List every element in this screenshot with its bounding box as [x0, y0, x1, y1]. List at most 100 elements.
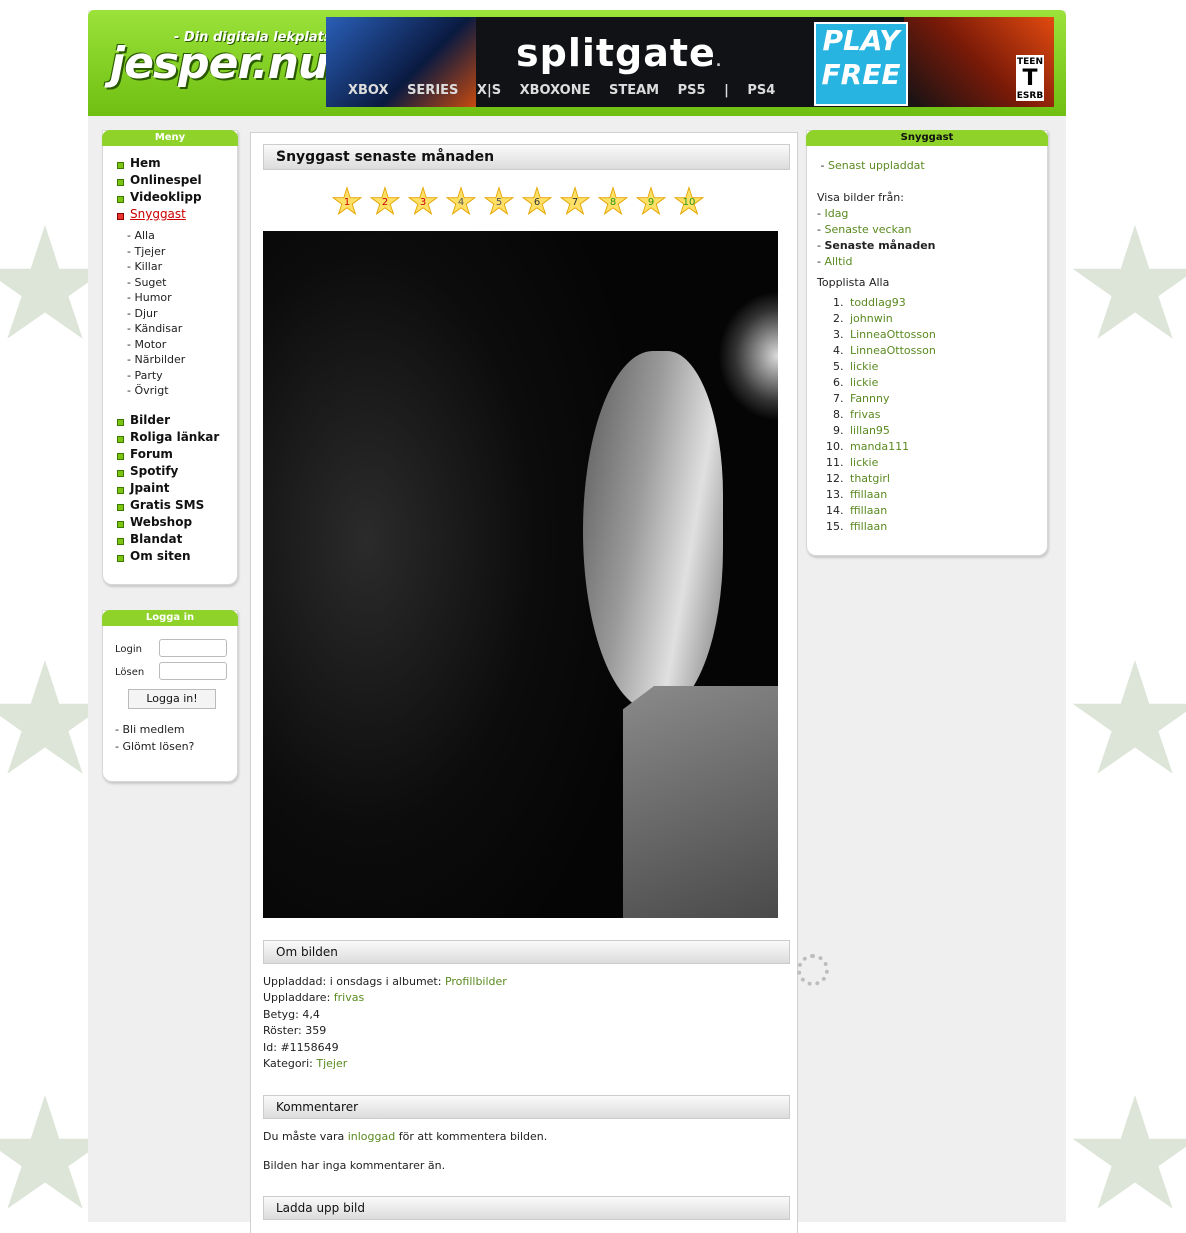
latest-uploaded: - Senast uppladdat [817, 159, 925, 172]
latest-uploaded-link[interactable]: Senast uppladdat [828, 159, 925, 172]
nav-item-jpaint[interactable]: Jpaint [117, 481, 237, 498]
about-heading: Om bilden [263, 940, 790, 964]
nav-item-blandat[interactable]: Blandat [117, 532, 237, 549]
loading-spinner-icon [797, 954, 829, 986]
category-link[interactable]: Tjejer [316, 1057, 347, 1070]
page-wrapper: - Din digitala lekplats! jesper.nu split… [88, 10, 1066, 1233]
play-free-button[interactable]: PLAY FREE [814, 22, 908, 106]
subnav-item-kandisar[interactable]: Kändisar [127, 321, 237, 337]
page-title: Snyggast senaste månaden [263, 144, 790, 170]
toplist-user-link[interactable]: manda111 [850, 440, 909, 453]
menu-heading: Meny [102, 130, 238, 146]
period-idag-link[interactable]: Idag [824, 207, 848, 220]
menu-box: Meny Hem Onlinespel Videoklipp Snyggast … [102, 130, 238, 585]
subnav-item-humor[interactable]: Humor [127, 290, 237, 306]
toplist-user-link[interactable]: toddlag93 [850, 296, 906, 309]
period-week-link[interactable]: Senaste veckan [824, 223, 911, 236]
snyggast-submenu: Alla Tjejer Killar Suget Humor Djur Känd… [103, 224, 237, 399]
toplist-user-link[interactable]: johnwin [850, 312, 893, 325]
rate-star-10[interactable]: 10 [673, 186, 705, 216]
toplist-user-link[interactable]: lillan95 [850, 424, 890, 437]
nav-item-hem[interactable]: Hem [117, 156, 237, 173]
toplist-user-link[interactable]: ffillaan [850, 504, 887, 517]
nav-item-spotify[interactable]: Spotify [117, 464, 237, 481]
rate-star-3[interactable]: 3 [407, 186, 439, 216]
toplist-user-link[interactable]: lickie [850, 376, 878, 389]
list-item: lickie [847, 375, 936, 391]
subnav-item-motor[interactable]: Motor [127, 337, 237, 353]
site-logo[interactable]: jesper.nu [110, 38, 329, 89]
subnav-item-tjejer[interactable]: Tjejer [127, 244, 237, 260]
background-star [1072, 225, 1186, 339]
no-comments-text: Bilden har inga kommentarer än. [263, 1159, 446, 1172]
toplist-user-link[interactable]: thatgirl [850, 472, 890, 485]
period-always-link[interactable]: Alltid [824, 255, 852, 268]
esrb-rating-badge: TEEN T ESRB [1016, 55, 1044, 101]
join-link[interactable]: Bli medlem [122, 723, 184, 736]
login-button[interactable]: Logga in! [128, 689, 216, 709]
rate-star-2[interactable]: 2 [369, 186, 401, 216]
rate-star-5[interactable]: 5 [483, 186, 515, 216]
nav-item-snyggast[interactable]: Snyggast [117, 207, 237, 224]
photo-info: Uppladdad: i onsdags i albumet: Profillb… [263, 975, 507, 1071]
login-link[interactable]: inloggad [348, 1130, 396, 1143]
password-field[interactable] [159, 662, 227, 680]
list-item: johnwin [847, 311, 936, 327]
rate-star-7[interactable]: 7 [559, 186, 591, 216]
album-link[interactable]: Profillbilder [445, 975, 507, 988]
list-item: lillan95 [847, 423, 936, 439]
period-month-current: Senaste månaden [824, 239, 936, 252]
toplist-user-link[interactable]: lickie [850, 456, 878, 469]
ad-banner[interactable]: splitgate. XBOX SERIES X|S XBOXONE STEAM… [326, 17, 1054, 107]
rate-star-6[interactable]: 6 [521, 186, 553, 216]
subnav-item-ovrigt[interactable]: Övrigt [127, 383, 237, 399]
login-label: Login [115, 644, 142, 655]
nav-item-om-siten[interactable]: Om siten [117, 549, 237, 566]
list-item: LinneaOttosson [847, 343, 936, 359]
subnav-item-alla[interactable]: Alla [127, 228, 237, 244]
rate-star-8[interactable]: 8 [597, 186, 629, 216]
forgot-password-link[interactable]: Glömt lösen? [122, 740, 194, 753]
login-heading: Logga in [102, 610, 238, 626]
nav-item-onlinespel[interactable]: Onlinespel [117, 173, 237, 190]
list-item: manda111 [847, 439, 936, 455]
list-item: ffillaan [847, 503, 936, 519]
subnav-item-narbilder[interactable]: Närbilder [127, 352, 237, 368]
toplist-user-link[interactable]: Fannny [850, 392, 889, 405]
main-nav-secondary: Bilder Roliga länkar Forum Spotify Jpain… [103, 399, 237, 566]
rated-photo[interactable] [263, 231, 778, 918]
list-item: lickie [847, 455, 936, 471]
subnav-item-party[interactable]: Party [127, 368, 237, 384]
nav-item-gratis-sms[interactable]: Gratis SMS [117, 498, 237, 515]
toplist-user-link[interactable]: frivas [850, 408, 880, 421]
main-nav: Hem Onlinespel Videoklipp Snyggast [103, 146, 237, 224]
subnav-item-suget[interactable]: Suget [127, 275, 237, 291]
background-star [1072, 660, 1186, 774]
banner-platforms: XBOX SERIES X|S XBOXONE STEAM PS5 | PS4 [348, 83, 776, 98]
list-item: Fannny [847, 391, 936, 407]
nav-item-videoklipp[interactable]: Videoklipp [117, 190, 237, 207]
rate-star-1[interactable]: 1 [331, 186, 363, 216]
toplist-user-link[interactable]: LinneaOttosson [850, 344, 936, 357]
uploader-link[interactable]: frivas [334, 991, 364, 1004]
background-star [1072, 1095, 1186, 1209]
toplist-user-link[interactable]: LinneaOttosson [850, 328, 936, 341]
rate-star-9[interactable]: 9 [635, 186, 667, 216]
toplist-user-link[interactable]: ffillaan [850, 488, 887, 501]
nav-item-bilder[interactable]: Bilder [117, 413, 237, 430]
list-item: thatgirl [847, 471, 936, 487]
toplist-user-link[interactable]: ffillaan [850, 520, 887, 533]
subnav-item-killar[interactable]: Killar [127, 259, 237, 275]
login-field[interactable] [159, 639, 227, 657]
password-label: Lösen [115, 667, 145, 678]
list-item: ffillaan [847, 487, 936, 503]
rate-star-4[interactable]: 4 [445, 186, 477, 216]
nav-item-webshop[interactable]: Webshop [117, 515, 237, 532]
comments-heading: Kommentarer [263, 1095, 790, 1119]
nav-item-forum[interactable]: Forum [117, 447, 237, 464]
subnav-item-djur[interactable]: Djur [127, 306, 237, 322]
toplist-user-link[interactable]: lickie [850, 360, 878, 373]
toplist-heading: Topplista Alla [817, 276, 890, 289]
list-item: toddlag93 [847, 295, 936, 311]
nav-item-roliga-lankar[interactable]: Roliga länkar [117, 430, 237, 447]
